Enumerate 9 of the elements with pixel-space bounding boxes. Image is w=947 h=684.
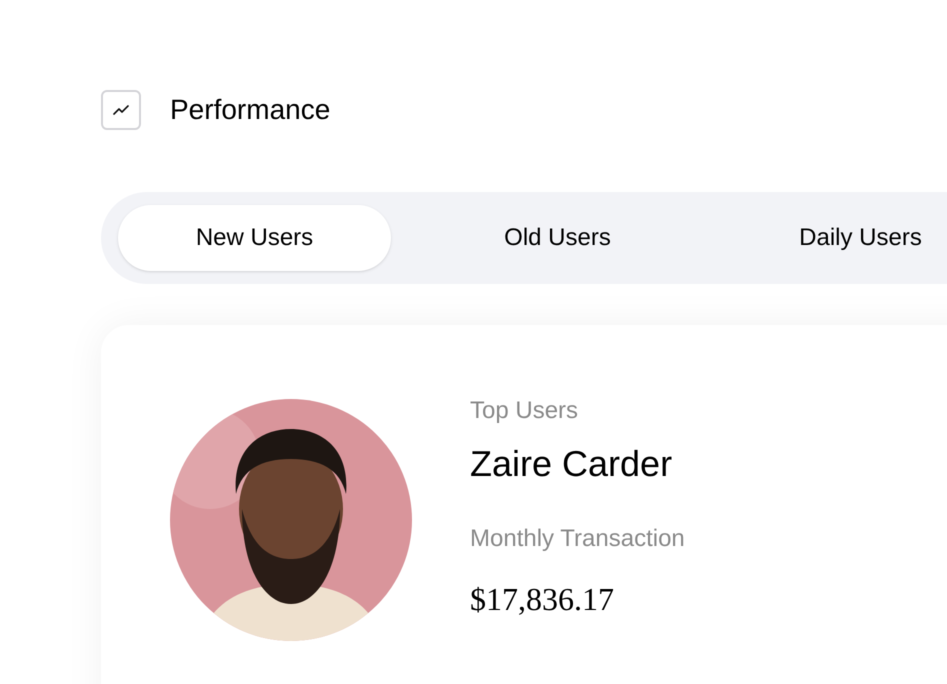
user-name: Zaire Carder (470, 442, 674, 486)
chart-icon (101, 90, 141, 130)
section-title: Performance (170, 93, 330, 127)
amount: $17,836.17 (470, 580, 615, 619)
label: Monthly Transaction (470, 524, 685, 554)
tab[interactable]: New Users (118, 205, 391, 271)
label: Top Users (470, 396, 580, 426)
tab[interactable]: Daily Users (724, 205, 947, 271)
tab[interactable]: Old Users (421, 205, 694, 271)
